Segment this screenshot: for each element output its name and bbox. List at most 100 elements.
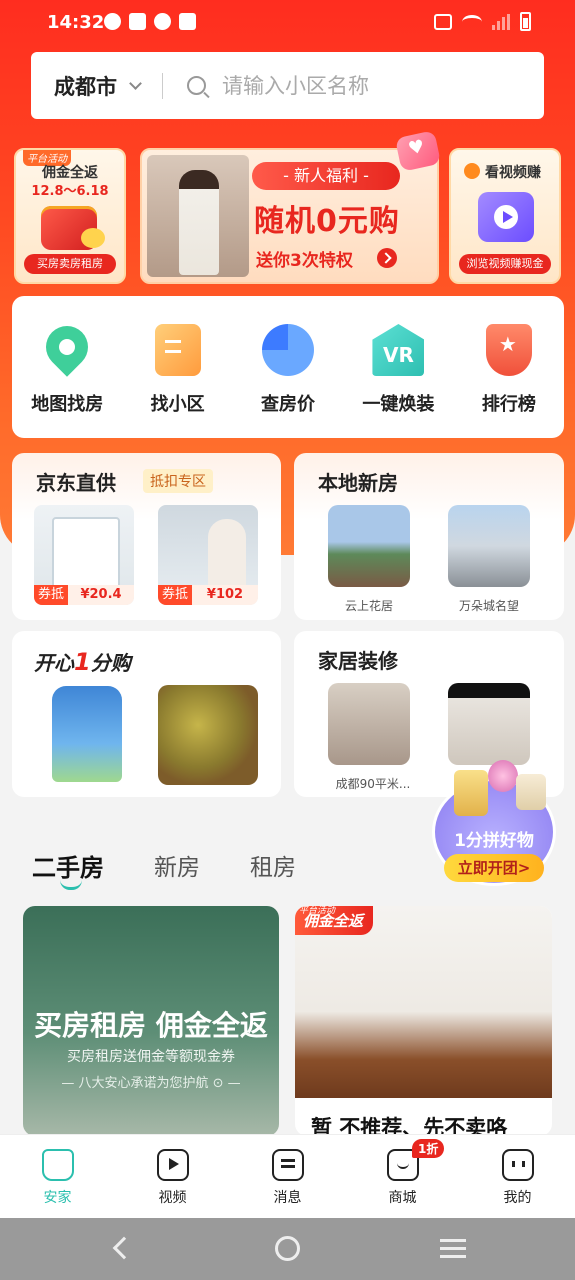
commission-refund-banner[interactable]: 买房租房 佣金全返 买房租房送佣金等额现金券 — 八大安心承诺为您护航 ⊙ — [23,906,279,1136]
property-label: 云上花居 [344,599,393,613]
red-wallet-icon [41,206,105,250]
deduction-badge: 抵扣专区 [143,469,213,493]
promo-date: 12.8～6.18 [31,184,109,199]
newbie-badge: - 新人福利 - [252,162,400,190]
promo-newbie-welfare[interactable]: - 新人福利 - 随机0元购 送你3次特权 [140,148,439,284]
one-cent-buy-card[interactable]: 开心1分购 [12,631,281,797]
quick-nav-house-price[interactable]: 查房价 [233,296,343,438]
card-title: 开心1分购 [34,648,131,676]
quick-nav-ranking[interactable]: 排行榜 [454,296,564,438]
start-group-button[interactable]: 立即开团> [444,854,544,882]
status-time: 14:32 [47,12,105,33]
price-tag: 券抵 ¥20.4 [34,585,134,605]
notification-icons [104,13,196,30]
card-title: 本地新房 [318,471,398,495]
quick-nav-find-community[interactable]: 找小区 [122,296,232,438]
coupon-tag: 券抵 [158,585,193,605]
arrow-right-icon [377,248,397,268]
play-video-icon [478,192,534,242]
message-icon [271,1149,304,1181]
app-notification-icon [104,13,121,30]
nav-label: 商城 [388,1190,417,1206]
quick-nav-vr-decor[interactable]: VR 一键焕装 [343,296,453,438]
battery-icon [520,12,531,31]
group-buy-float[interactable]: 1分拼好物 立即开团> [432,760,556,886]
shield-icon [154,13,171,30]
nav-label: 消息 [273,1190,302,1206]
coin-bag-icon [464,163,480,179]
menu-icon[interactable] [440,1239,466,1242]
property-thumbnail[interactable] [328,505,410,587]
decoration-label: 成都90平米... [335,777,411,791]
nav-label: 我的 [503,1190,532,1206]
promo-title: 随机0元购 [254,204,400,239]
browse-video-button[interactable]: 浏览视频赚现金 [459,254,551,274]
tab-rent[interactable]: 租房 [250,848,296,883]
back-icon[interactable] [112,1236,136,1260]
banner-note: — 八大安心承诺为您护航 ⊙ — [61,1076,241,1091]
promo-title: 看视频赚 [485,165,541,181]
property-label: 万朵城名望 [458,599,519,613]
activity-tag: 平台活动 [299,906,336,916]
product-item[interactable]: 券抵 ¥20.4 [34,505,134,605]
promo-watch-video[interactable]: 看视频赚 浏览视频赚现金 [449,148,561,284]
home-circle-icon[interactable] [275,1236,300,1261]
card-title: 家居装修 [318,649,398,673]
detergent-product[interactable] [52,686,122,782]
price-tag: 券抵 ¥102 [158,585,258,605]
quick-nav: 地图找房 找小区 查房价 VR 一键焕装 排行榜 [12,296,564,438]
jd-direct-card[interactable]: 京东直供 抵扣专区 券抵 ¥20.4 券抵 ¥102 [12,453,281,620]
listing-title: 暂 不推荐、先不卖咯 [311,1116,508,1136]
nav-profile[interactable]: 我的 [460,1135,575,1218]
quick-nav-label: 排行榜 [481,394,536,415]
quick-nav-label: 查房价 [261,394,316,415]
divider [162,72,163,99]
bottom-nav: 安家 视频 消息 1折 商城 我的 [0,1134,575,1218]
listing-card[interactable]: 平台活动 佣金全返 暂 不推荐、先不卖咯 [295,906,552,1136]
quick-nav-label: 一键焕装 [362,394,435,415]
tab-second-hand[interactable]: 二手房 [32,848,104,890]
tab-indicator [60,880,82,890]
pear-fruit-product[interactable] [158,685,258,785]
promo-subtitle: 送你3次特权 [256,251,353,271]
banner-title: 买房租房 佣金全返 [34,1009,268,1042]
play-icon [156,1149,189,1181]
nav-messages[interactable]: 消息 [230,1135,345,1218]
search-input[interactable] [222,73,502,98]
property-thumbnail[interactable] [448,505,530,587]
nav-home[interactable]: 安家 [0,1135,115,1218]
product-bottles-icon [444,760,546,816]
decoration-thumbnail[interactable] [448,683,530,765]
pie-chart-icon [262,324,315,376]
nav-label: 安家 [43,1190,72,1206]
local-new-house-card[interactable]: 本地新房 云上花居 万朵城名望 [294,453,564,620]
model-photo [147,155,249,277]
product-item[interactable]: 券抵 ¥102 [158,505,258,605]
price: ¥20.4 [68,585,134,605]
card-title: 京东直供 [36,471,116,495]
vibrate-icon [434,13,452,30]
banner-subtitle: 买房租房送佣金等额现金券 [67,1049,235,1065]
window-icon [179,13,196,30]
map-pin-icon [37,317,97,377]
buy-sell-rent-button[interactable]: 买房卖房租房 [24,254,116,274]
listing-tabs: 二手房 新房 租房 [32,848,296,890]
chevron-down-icon[interactable] [129,77,142,90]
mail-icon [129,13,146,30]
status-bar: 14:32 [0,0,575,46]
quick-nav-label: 地图找房 [31,394,104,415]
system-icons [434,12,531,31]
nav-mall[interactable]: 1折 商城 [345,1135,460,1218]
coupon-tag: 券抵 [34,585,69,605]
decoration-thumbnail[interactable] [328,683,410,765]
price: ¥102 [192,585,258,605]
home-icon [41,1149,74,1181]
search-bar: 成都市 [31,52,544,119]
tab-new-house[interactable]: 新房 [154,848,200,883]
promo-title: 佣金全返 [42,165,98,181]
profile-icon [501,1149,534,1181]
promo-commission-refund[interactable]: 平台活动 佣金全返 12.8～6.18 买房卖房租房 [14,148,126,284]
city-selector[interactable]: 成都市 [54,71,117,101]
nav-video[interactable]: 视频 [115,1135,230,1218]
quick-nav-map-search[interactable]: 地图找房 [12,296,122,438]
